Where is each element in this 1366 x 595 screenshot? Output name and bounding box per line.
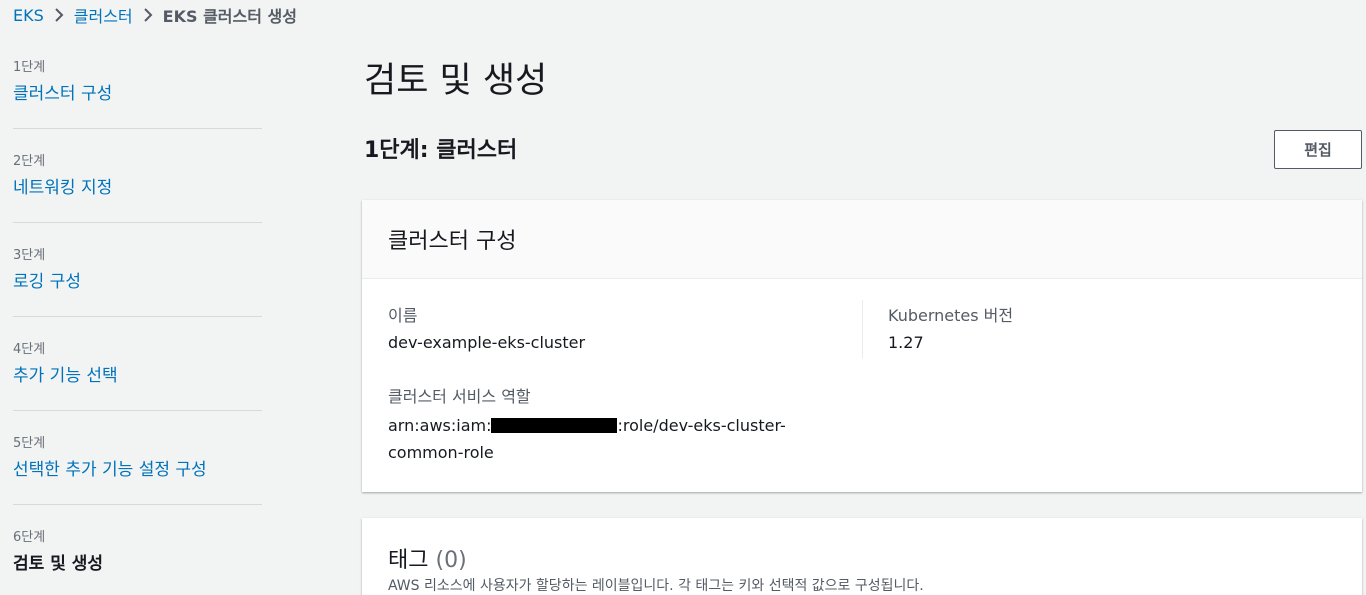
step-number: 5단계 [13,436,46,451]
tags-description: AWS 리소스에 사용자가 할당하는 레이블입니다. 각 태그는 키와 선택적 … [388,578,924,594]
arn-prefix: arn:aws:iam: [388,416,492,435]
breadcrumb-eks[interactable]: EKS [13,6,44,25]
step-link-cluster-config[interactable]: 클러스터 구성 [13,79,112,104]
card-header: 클러스터 구성 [362,200,1362,279]
arn-suffix: :role/dev-eks-cluster- [617,416,786,435]
service-role-label: 클러스터 서비스 역할 [388,387,531,406]
tags-card: 태그 (0) AWS 리소스에 사용자가 할당하는 레이블입니다. 각 태그는 … [362,518,1362,595]
step-3: 3단계 로깅 구성 [13,236,262,330]
breadcrumb-current: EKS 클러스터 생성 [162,7,297,26]
step-link-networking[interactable]: 네트워킹 지정 [13,173,112,198]
step-4: 4단계 추가 기능 선택 [13,330,262,424]
name-label: 이름 [388,306,418,325]
step-2: 2단계 네트워킹 지정 [13,142,262,236]
cluster-config-card: 클러스터 구성 이름 dev-example-eks-cluster Kuber… [362,200,1362,492]
chevron-right-icon [133,8,163,22]
step-1: 1단계 클러스터 구성 [13,48,262,142]
name-value: dev-example-eks-cluster [388,333,586,352]
column-divider [862,300,863,358]
step-link-addon-settings[interactable]: 선택한 추가 기능 설정 구성 [13,455,207,480]
breadcrumb-clusters[interactable]: 클러스터 [74,3,133,27]
tags-title: 태그 (0) [388,542,467,574]
chevron-right-icon [44,8,74,22]
edit-button[interactable]: 편집 [1274,130,1362,169]
card-title: 클러스터 구성 [388,229,517,254]
step-link-addons[interactable]: 추가 기능 선택 [13,361,118,386]
divider [13,222,262,223]
wizard-steps: 1단계 클러스터 구성 2단계 네트워킹 지정 3단계 로깅 구성 4단계 추가… [13,48,262,595]
divider [13,128,262,129]
page-title: 검토 및 생성 [364,61,548,101]
k8s-version-value: 1.27 [888,333,924,352]
service-role-value-line2: common-role [388,443,494,462]
page: EKS 클러스터 EKS 클러스터 생성 1단계 클러스터 구성 2단계 네트워… [0,0,1366,595]
step-link-logging[interactable]: 로깅 구성 [13,267,81,292]
step-number: 3단계 [13,248,46,263]
step-current-review: 검토 및 생성 [13,554,104,574]
step-6: 6단계 검토 및 생성 [13,518,262,595]
service-role-value: arn:aws:iam: :role/dev-eks-cluster- [388,416,786,435]
redacted-account-id [491,418,618,433]
step-number: 4단계 [13,342,46,357]
step-number: 1단계 [13,60,46,75]
section-title: 1단계: 클러스터 [364,138,518,163]
step-number: 2단계 [13,154,46,169]
divider [13,316,262,317]
divider [13,410,262,411]
tags-heading: 태그 [388,548,429,573]
tags-count: (0) [435,548,467,573]
divider [13,504,262,505]
k8s-version-label: Kubernetes 버전 [888,306,1014,325]
breadcrumb: EKS 클러스터 EKS 클러스터 생성 [13,3,297,27]
step-5: 5단계 선택한 추가 기능 설정 구성 [13,424,262,518]
step-number: 6단계 [13,530,46,545]
